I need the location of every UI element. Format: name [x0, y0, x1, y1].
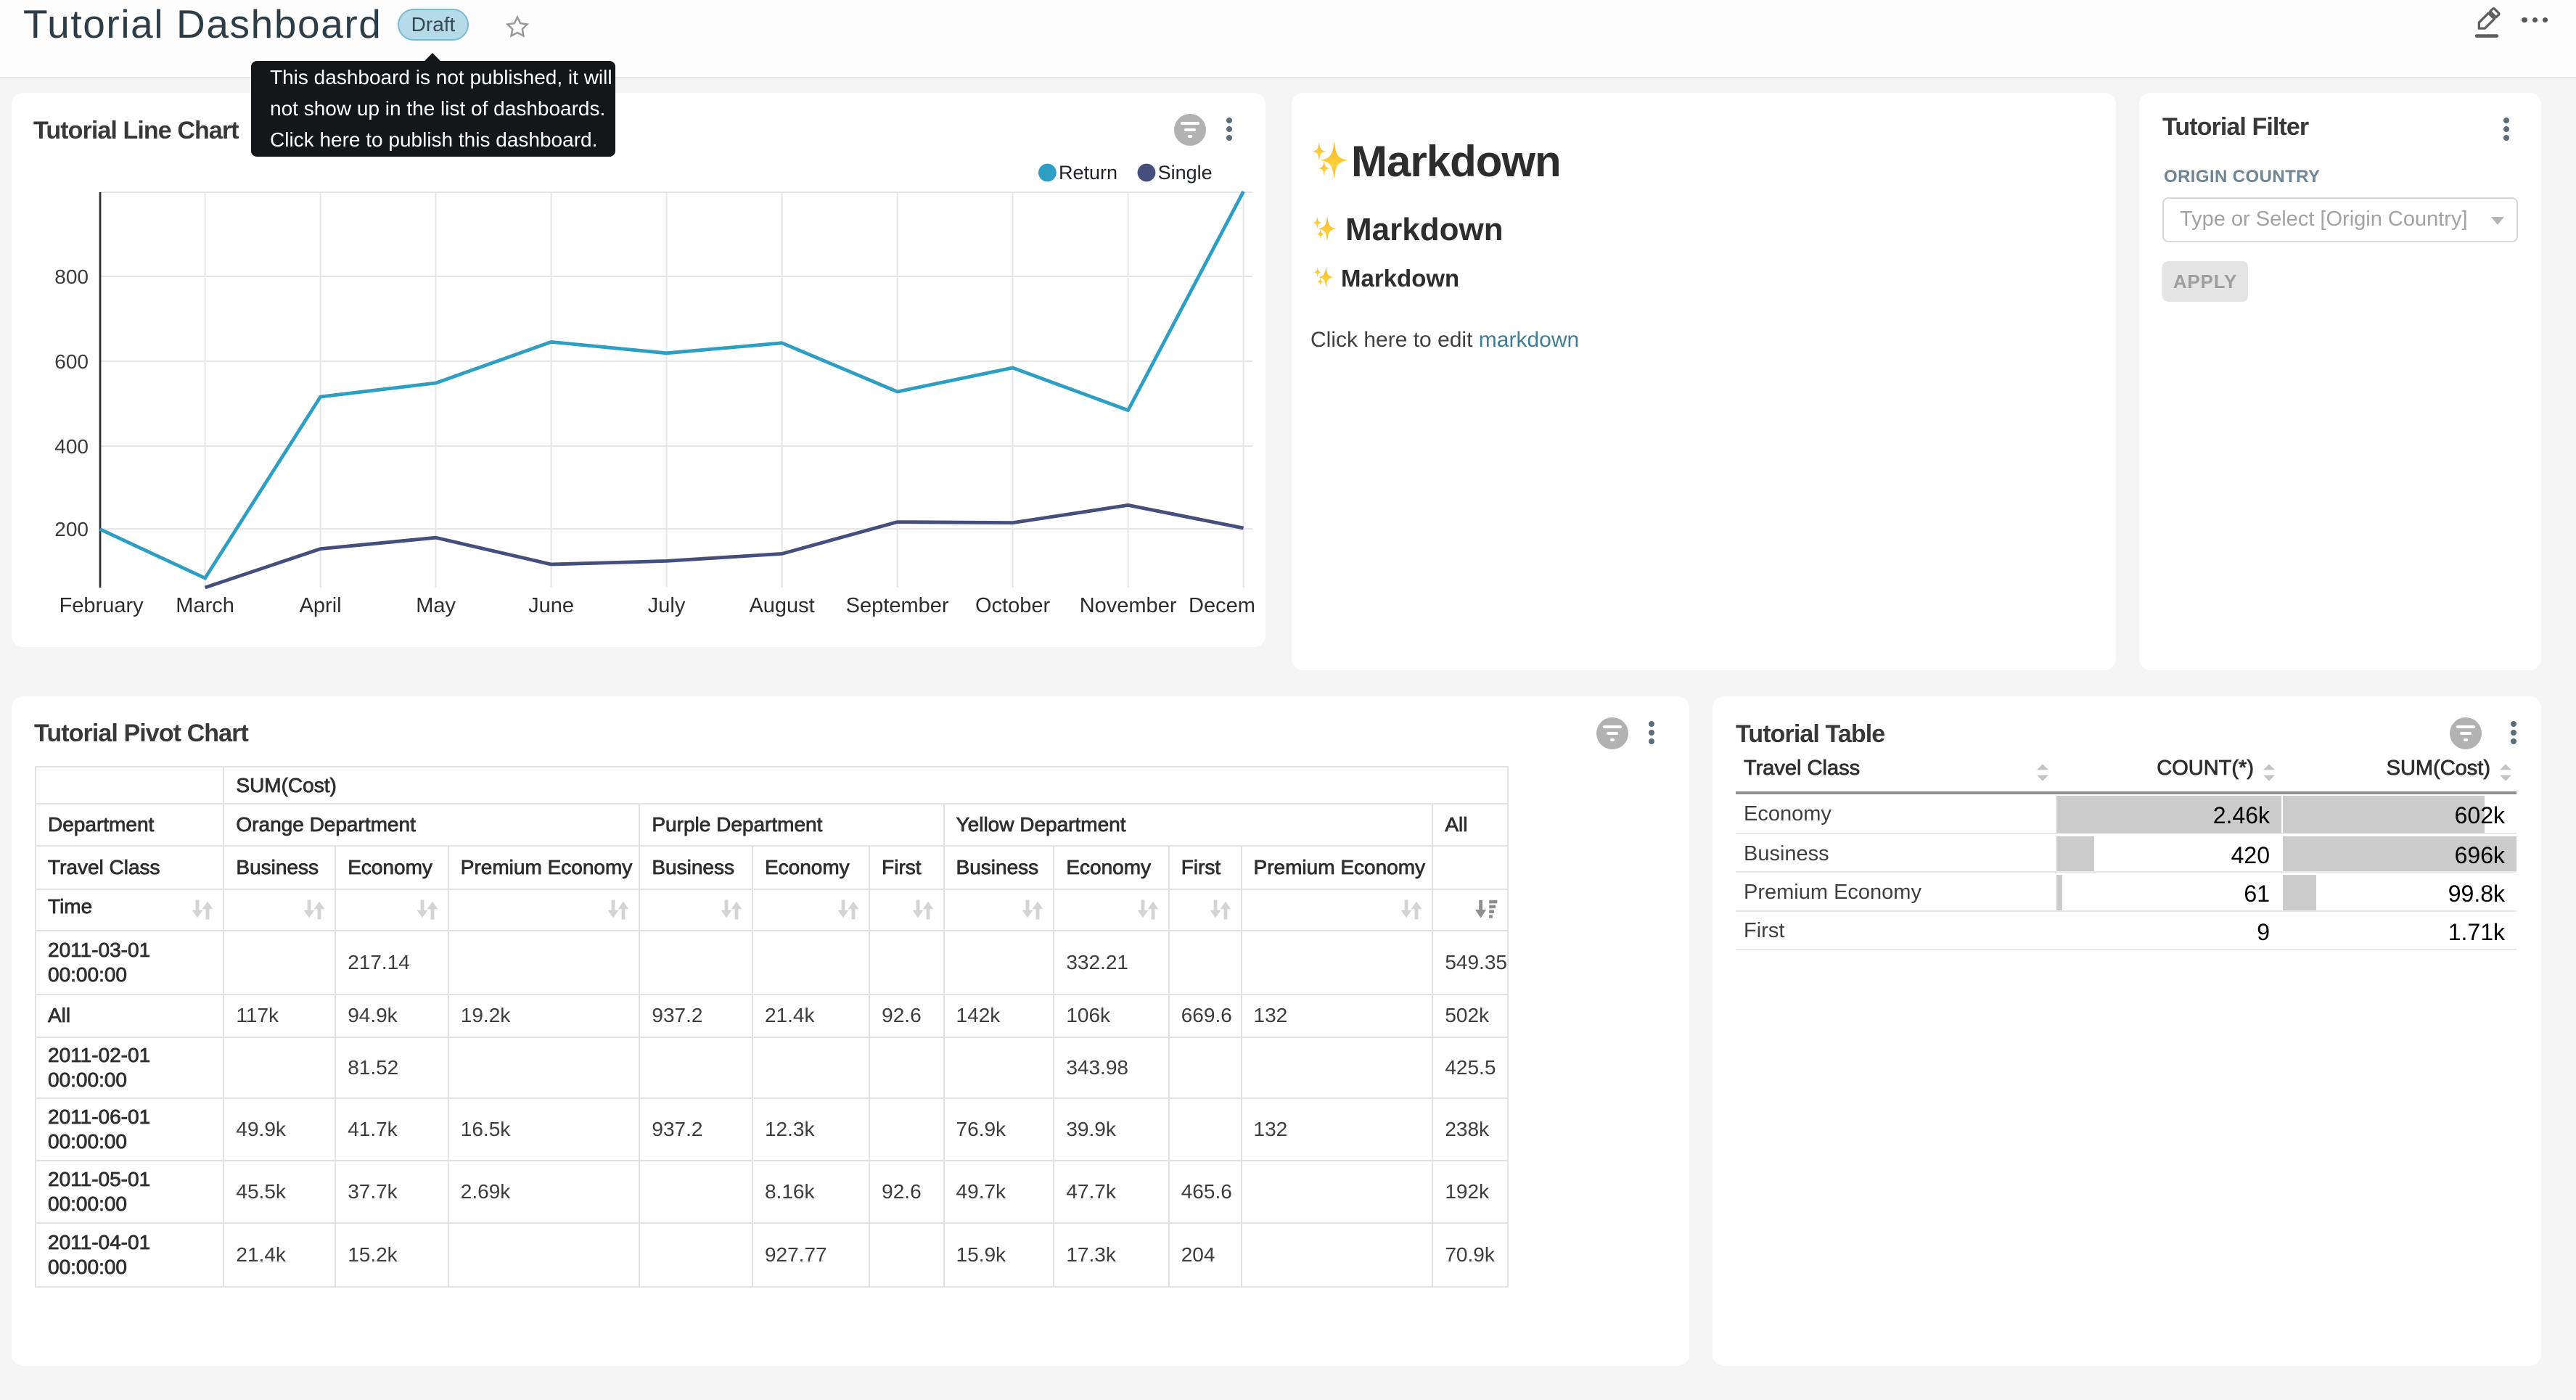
svg-text:October: October — [975, 594, 1050, 617]
svg-text:November: November — [1080, 594, 1177, 617]
svg-text:Single: Single — [1158, 162, 1213, 184]
svg-text:May: May — [416, 594, 456, 617]
svg-text:400: 400 — [54, 435, 89, 458]
svg-text:September: September — [846, 594, 949, 617]
svg-text:February: February — [60, 594, 144, 617]
svg-text:600: 600 — [54, 350, 89, 373]
svg-text:200: 200 — [54, 518, 89, 540]
svg-text:June: June — [528, 594, 574, 617]
svg-text:April: April — [300, 594, 342, 617]
svg-text:March: March — [176, 594, 234, 617]
svg-text:July: July — [648, 594, 686, 617]
svg-text:Decem: Decem — [1189, 594, 1255, 617]
svg-text:800: 800 — [54, 265, 89, 288]
svg-text:August: August — [749, 594, 814, 617]
svg-text:Return: Return — [1059, 162, 1117, 184]
